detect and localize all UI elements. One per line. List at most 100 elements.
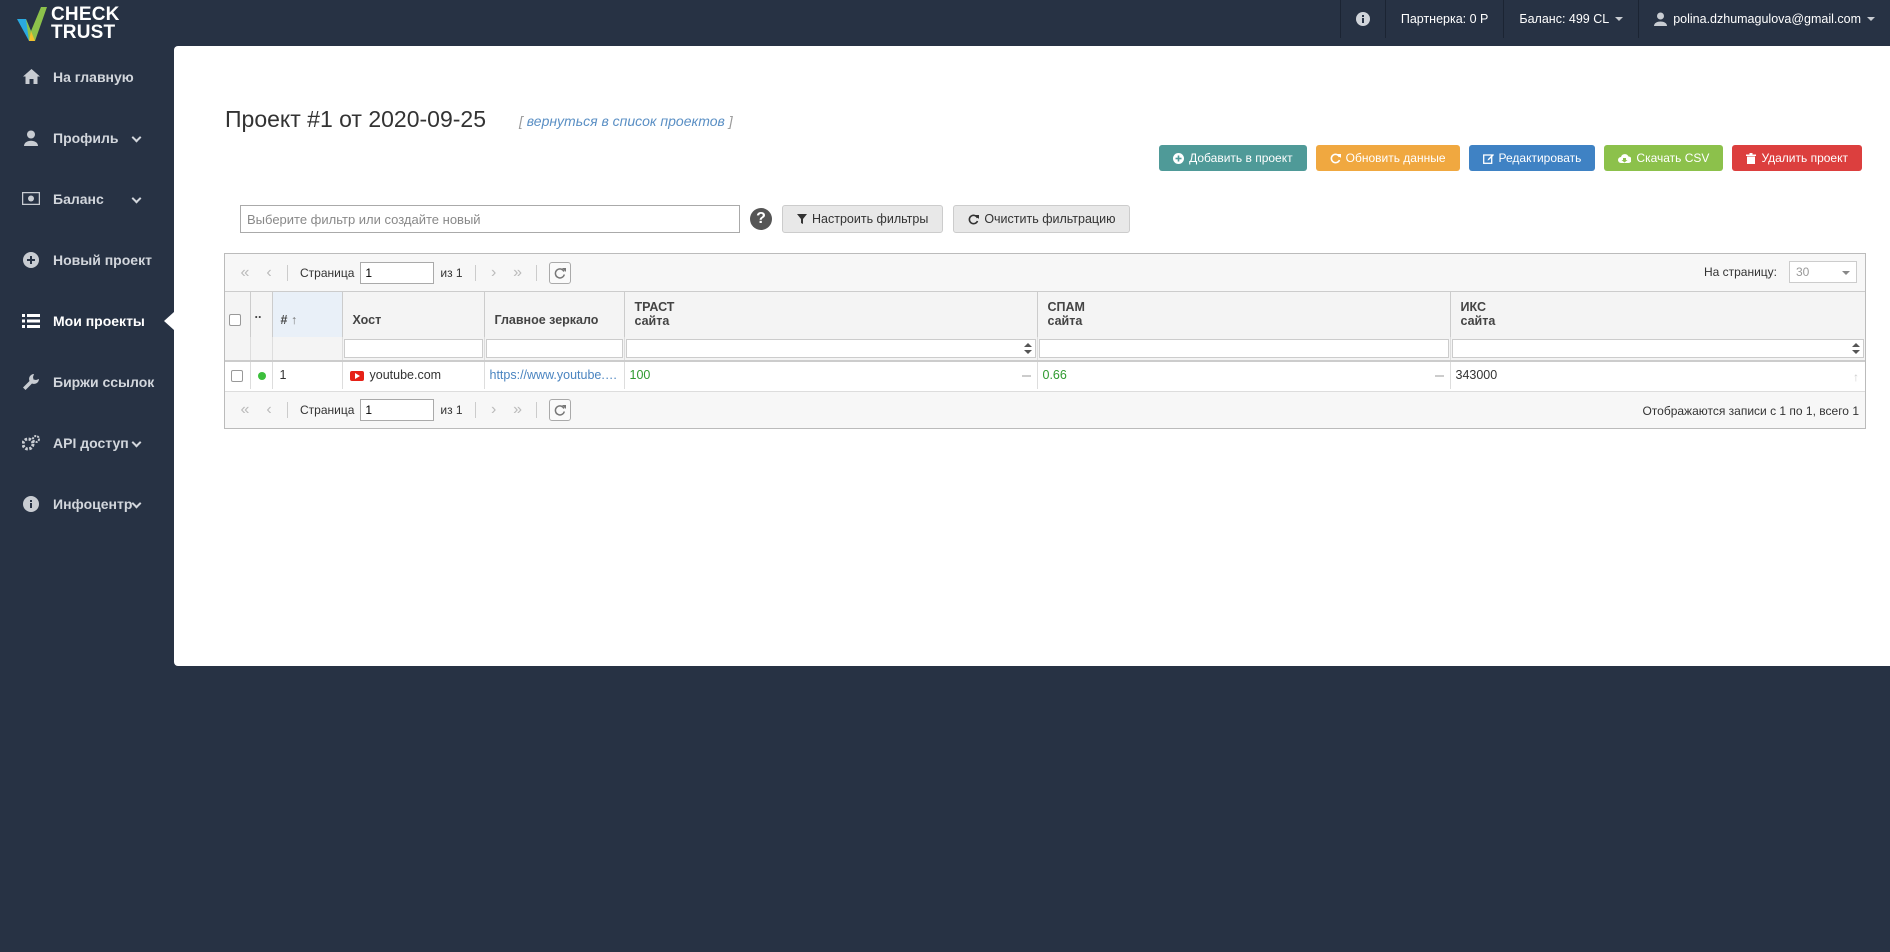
last-page-icon[interactable]: » bbox=[506, 262, 530, 284]
check-logo-icon bbox=[17, 7, 47, 41]
row-mirror-link[interactable]: https://www.youtube.com/ bbox=[484, 360, 625, 389]
next-page-icon[interactable]: › bbox=[482, 399, 506, 421]
per-page-control: На страницу: 30 bbox=[1698, 261, 1857, 283]
spinner-icon[interactable] bbox=[1852, 342, 1860, 355]
prev-page-icon[interactable]: ‹ bbox=[257, 262, 281, 284]
wrench-icon bbox=[22, 373, 40, 391]
sidebar-item-label: На главную bbox=[53, 68, 134, 85]
top-bar: CHECK TRUST Партнерка: 0 Р Баланс: 499 C… bbox=[0, 0, 1890, 46]
row-num: 1 bbox=[272, 360, 343, 389]
mirror-filter-input[interactable] bbox=[485, 338, 623, 358]
column-header-trust[interactable]: ТРАСТ сайта bbox=[624, 291, 1038, 337]
per-page-select[interactable]: 30 bbox=[1789, 261, 1857, 283]
help-icon[interactable]: ? bbox=[750, 208, 772, 230]
refresh-icon bbox=[554, 267, 566, 279]
minus-icon bbox=[1434, 374, 1444, 377]
filter-input[interactable] bbox=[240, 205, 740, 233]
column-header-spam[interactable]: СПАМ сайта bbox=[1037, 291, 1451, 337]
download-csv-button[interactable]: Скачать CSV bbox=[1604, 145, 1724, 171]
page-label: Страница bbox=[300, 403, 355, 417]
host-filter-input[interactable] bbox=[343, 338, 483, 358]
data-table: .. # ↑ Хост Главное зеркало ТРАСТ сайта … bbox=[225, 291, 1865, 389]
delete-project-button[interactable]: Удалить проект bbox=[1732, 145, 1862, 171]
arrow-up-icon: ↑ bbox=[1853, 369, 1859, 384]
sidebar: На главную Профиль Баланс Новый проект М… bbox=[0, 46, 174, 534]
spinner-icon[interactable] bbox=[1023, 342, 1032, 355]
row-checkbox[interactable] bbox=[231, 369, 243, 382]
info-button[interactable] bbox=[1339, 0, 1385, 38]
clear-filters-button[interactable]: Очистить фильтрацию bbox=[953, 205, 1131, 233]
add-to-project-button[interactable]: Добавить в проект bbox=[1159, 145, 1307, 171]
balance-dropdown[interactable]: Баланс: 499 CL bbox=[1503, 0, 1638, 38]
column-header-iks[interactable]: ИКС сайта bbox=[1450, 291, 1865, 337]
sidebar-item-label: Профиль bbox=[53, 129, 119, 146]
pager-bottom: « ‹ Страница из 1 › » Отображаются запис… bbox=[225, 391, 1865, 428]
chevron-down-icon bbox=[131, 132, 142, 143]
user-dropdown[interactable]: polina.dzhumagulova@gmail.com bbox=[1638, 0, 1890, 38]
gears-icon bbox=[22, 434, 40, 452]
balance-label: Баланс: 499 CL bbox=[1519, 12, 1610, 26]
row-spam: 0.66 bbox=[1042, 368, 1067, 382]
sidebar-item-api[interactable]: API доступ bbox=[0, 412, 174, 473]
chevron-down-icon bbox=[131, 437, 142, 448]
column-header-num[interactable]: # ↑ bbox=[272, 291, 343, 337]
page-label: Страница bbox=[300, 265, 355, 280]
row-trust: 100 bbox=[629, 368, 651, 382]
list-icon bbox=[22, 312, 40, 330]
edit-button[interactable]: Редактировать bbox=[1468, 145, 1596, 171]
page-of-label: из 1 bbox=[440, 265, 463, 280]
refresh-data-button[interactable]: Обновить данные bbox=[1315, 145, 1460, 171]
page-input[interactable] bbox=[360, 399, 435, 421]
setup-filters-button[interactable]: Настроить фильтры bbox=[782, 205, 944, 233]
content-panel: Проект #1 от 2020-09-25 [ вернуться в сп… bbox=[174, 46, 1890, 666]
page-title: Проект #1 от 2020-09-25 bbox=[225, 106, 486, 132]
sidebar-item-profile[interactable]: Профиль bbox=[0, 107, 174, 168]
select-all-header bbox=[225, 291, 251, 337]
row-iks: 343000 bbox=[1455, 368, 1498, 382]
refresh-icon bbox=[968, 214, 980, 224]
reload-button[interactable] bbox=[548, 399, 571, 421]
sidebar-item-label: Новый проект bbox=[53, 251, 152, 268]
partner-link[interactable]: Партнерка: 0 Р bbox=[1384, 0, 1504, 38]
spam-filter-input[interactable] bbox=[1038, 338, 1449, 358]
minus-icon bbox=[1021, 374, 1031, 377]
filter-row: ? Настроить фильтры Очистить фильтрацию bbox=[240, 205, 1131, 233]
column-header-status[interactable]: .. bbox=[250, 291, 273, 337]
column-header-mirror[interactable]: Главное зеркало bbox=[484, 291, 625, 337]
sort-asc-icon: ↑ bbox=[290, 313, 298, 328]
back-to-projects-link[interactable]: [ вернуться в список проектов ] bbox=[519, 113, 733, 129]
table-row[interactable]: 1 youtube.com https://www.youtube.com/ 1… bbox=[225, 360, 1865, 389]
chevron-down-icon bbox=[131, 193, 142, 204]
prev-page-icon[interactable]: ‹ bbox=[257, 399, 281, 421]
reload-button[interactable] bbox=[548, 261, 571, 284]
trust-filter-input[interactable] bbox=[625, 338, 1036, 358]
page-input[interactable] bbox=[360, 261, 435, 284]
home-icon bbox=[22, 68, 40, 86]
money-icon bbox=[22, 190, 40, 208]
info-circle-icon bbox=[22, 495, 40, 513]
logo[interactable]: CHECK TRUST bbox=[17, 5, 120, 43]
first-page-icon[interactable]: « bbox=[233, 262, 257, 284]
sidebar-item-my-projects[interactable]: Мои проекты bbox=[0, 290, 174, 351]
select-all-checkbox[interactable] bbox=[229, 313, 241, 326]
sidebar-item-link-exchanges[interactable]: Биржи ссылок bbox=[0, 351, 174, 412]
iks-filter-input[interactable] bbox=[1451, 338, 1864, 358]
youtube-icon bbox=[349, 370, 364, 381]
edit-icon bbox=[1482, 153, 1494, 164]
projects-grid: « ‹ Страница из 1 › » На страницу: 30 bbox=[224, 253, 1866, 429]
user-icon bbox=[22, 129, 40, 147]
sidebar-item-balance[interactable]: Баланс bbox=[0, 168, 174, 229]
column-header-host[interactable]: Хост bbox=[342, 291, 485, 337]
back-link-label: вернуться в список проектов bbox=[526, 113, 725, 129]
filter-icon bbox=[797, 214, 807, 224]
sidebar-item-home[interactable]: На главную bbox=[0, 46, 174, 107]
user-icon bbox=[1654, 12, 1668, 26]
next-page-icon[interactable]: › bbox=[482, 262, 506, 284]
first-page-icon[interactable]: « bbox=[233, 399, 257, 421]
status-dot-icon bbox=[257, 371, 266, 380]
trash-icon bbox=[1746, 152, 1757, 164]
last-page-icon[interactable]: » bbox=[506, 399, 530, 421]
sidebar-item-infocenter[interactable]: Инфоцентр bbox=[0, 473, 174, 534]
sidebar-item-label: Мои проекты bbox=[53, 312, 145, 329]
sidebar-item-new-project[interactable]: Новый проект bbox=[0, 229, 174, 290]
